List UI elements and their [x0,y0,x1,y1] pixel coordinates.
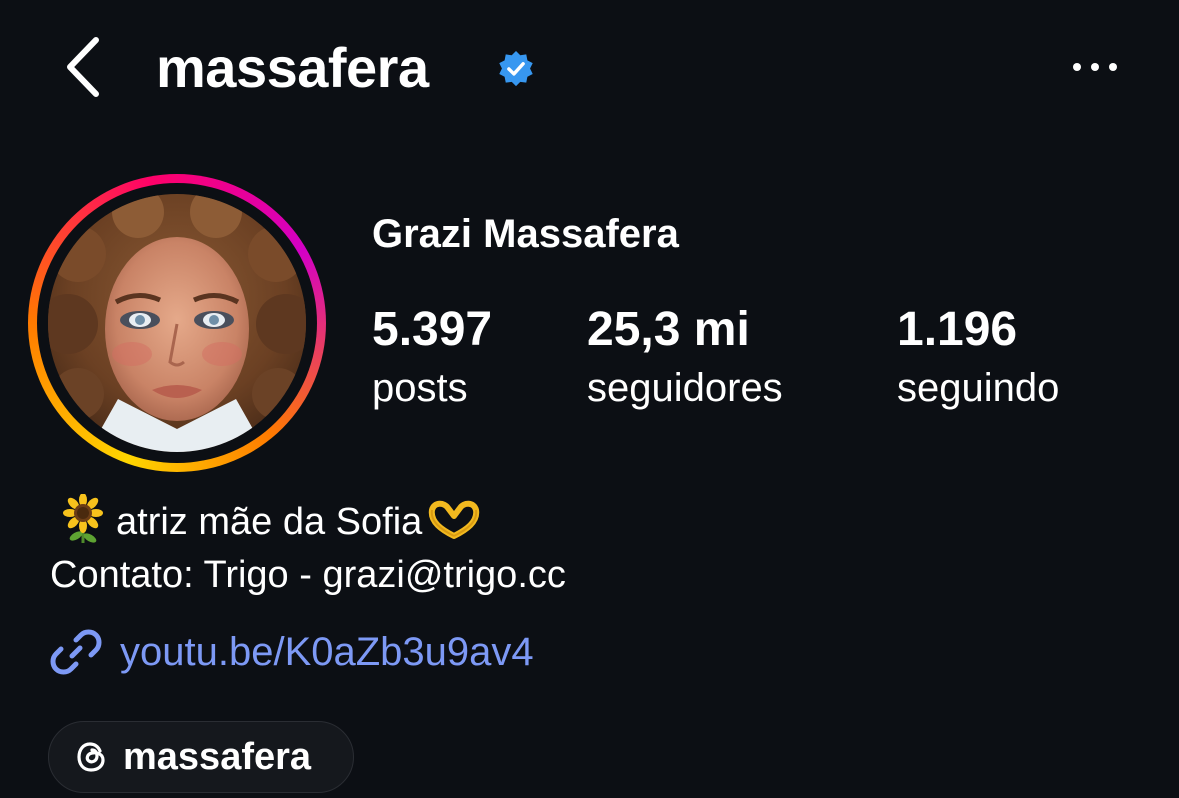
bio-line-1-text: atriz mãe da Sofia [116,501,423,543]
avatar[interactable] [48,194,306,452]
stat-following-label: seguindo [897,366,1060,410]
chevron-left-icon [67,37,99,97]
sunflower-icon [63,494,103,543]
more-options-button[interactable] [1070,54,1120,80]
stat-posts-value: 5.397 [372,303,493,356]
heart-hands-icon [429,500,480,539]
bio-line-1: atriz mãe da Sofia [58,494,482,545]
bio-link[interactable]: youtu.be/K0aZb3u9av4 [50,624,534,680]
stat-followers[interactable]: 25,3 mi seguidores [587,302,783,414]
link-icon [50,629,102,675]
more-horizontal-icon [1073,63,1117,71]
display-name: Grazi Massafera [372,212,679,256]
stat-followers-value: 25,3 mi [587,303,750,356]
story-ring[interactable] [28,174,326,472]
header-username: massafera [156,36,429,99]
stat-followers-label: seguidores [587,366,783,410]
profile-page: massafera Grazi Massafera 5.397 posts 25… [0,0,1179,798]
threads-icon [77,742,105,772]
back-button[interactable] [58,34,110,100]
bio-line-2: Contato: Trigo - grazi@trigo.cc [50,554,566,596]
verified-badge-icon [499,50,533,87]
link-text[interactable]: youtu.be/K0aZb3u9av4 [120,626,534,678]
threads-label: massafera [123,736,312,778]
stat-posts-label: posts [372,366,468,410]
avatar-image [48,194,306,452]
stat-following-value: 1.196 [897,303,1018,356]
stat-posts[interactable]: 5.397 posts [372,302,492,414]
threads-badge[interactable]: massafera [48,721,354,793]
stat-following[interactable]: 1.196 seguindo [897,302,1059,414]
